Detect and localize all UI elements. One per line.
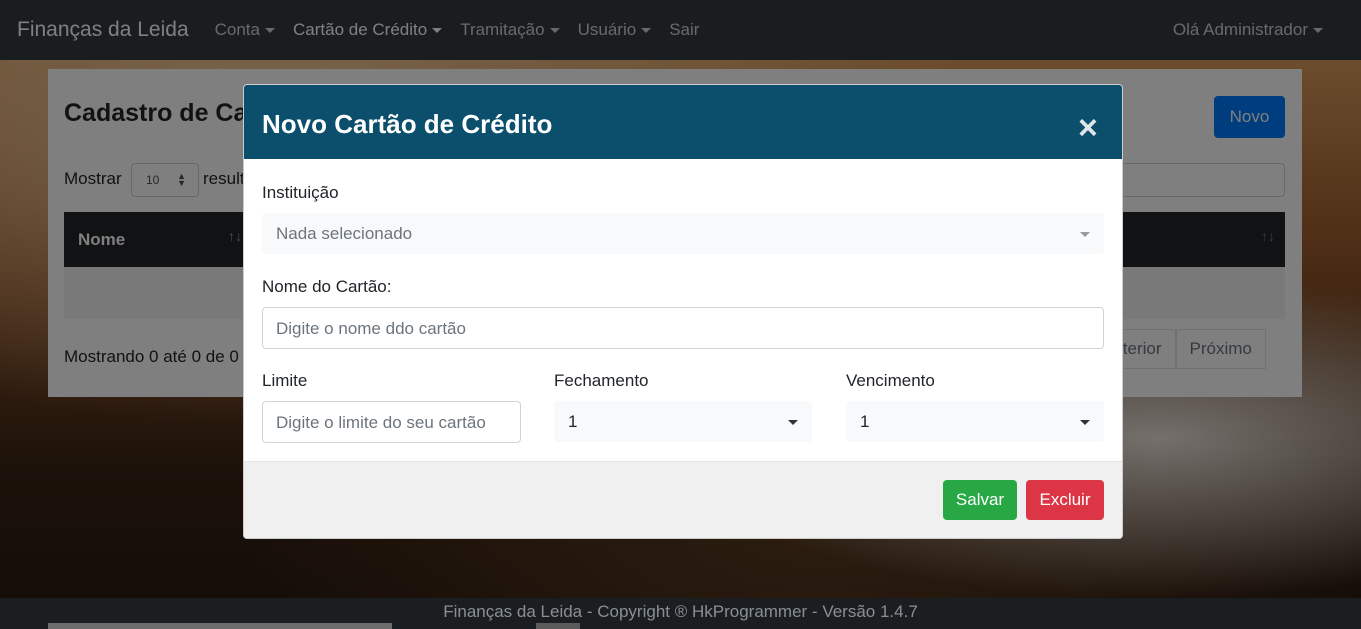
institution-label: Instituição xyxy=(262,183,339,202)
closing-select[interactable]: 1 xyxy=(554,401,812,442)
closing-label: Fechamento xyxy=(554,371,649,390)
due-select-value: 1 xyxy=(860,412,870,431)
footer-text: Finanças da Leida - Copyright ® HkProgra… xyxy=(443,602,918,621)
card-name-label: Nome do Cartão: xyxy=(262,277,392,296)
limit-placeholder: Digite o limite do seu cartão xyxy=(276,413,486,432)
chevron-down-icon xyxy=(1080,420,1090,425)
chevron-down-icon xyxy=(788,420,798,425)
modal-header: Novo Cartão de Crédito × xyxy=(244,85,1122,159)
due-select[interactable]: 1 xyxy=(846,401,1104,442)
footer-element xyxy=(536,623,580,629)
card-name-input[interactable]: Digite o nome ddo cartão xyxy=(262,307,1104,349)
institution-select[interactable]: Nada selecionado xyxy=(262,213,1104,254)
save-button[interactable]: Salvar xyxy=(943,480,1017,520)
closing-select-value: 1 xyxy=(568,412,578,431)
limit-label: Limite xyxy=(262,371,308,390)
new-card-modal: Novo Cartão de Crédito × Instituição Nad… xyxy=(243,84,1123,539)
delete-button[interactable]: Excluir xyxy=(1026,480,1104,520)
modal-footer: Salvar Excluir xyxy=(244,461,1122,538)
due-label: Vencimento xyxy=(846,371,935,390)
chevron-down-icon xyxy=(1080,232,1090,237)
footer-scrollbar xyxy=(48,623,392,629)
institution-select-value: Nada selecionado xyxy=(276,224,413,243)
limit-input[interactable]: Digite o limite do seu cartão xyxy=(262,401,521,443)
card-name-placeholder: Digite o nome ddo cartão xyxy=(276,319,466,338)
close-icon[interactable]: × xyxy=(1078,111,1098,145)
modal-title: Novo Cartão de Crédito xyxy=(262,109,553,139)
